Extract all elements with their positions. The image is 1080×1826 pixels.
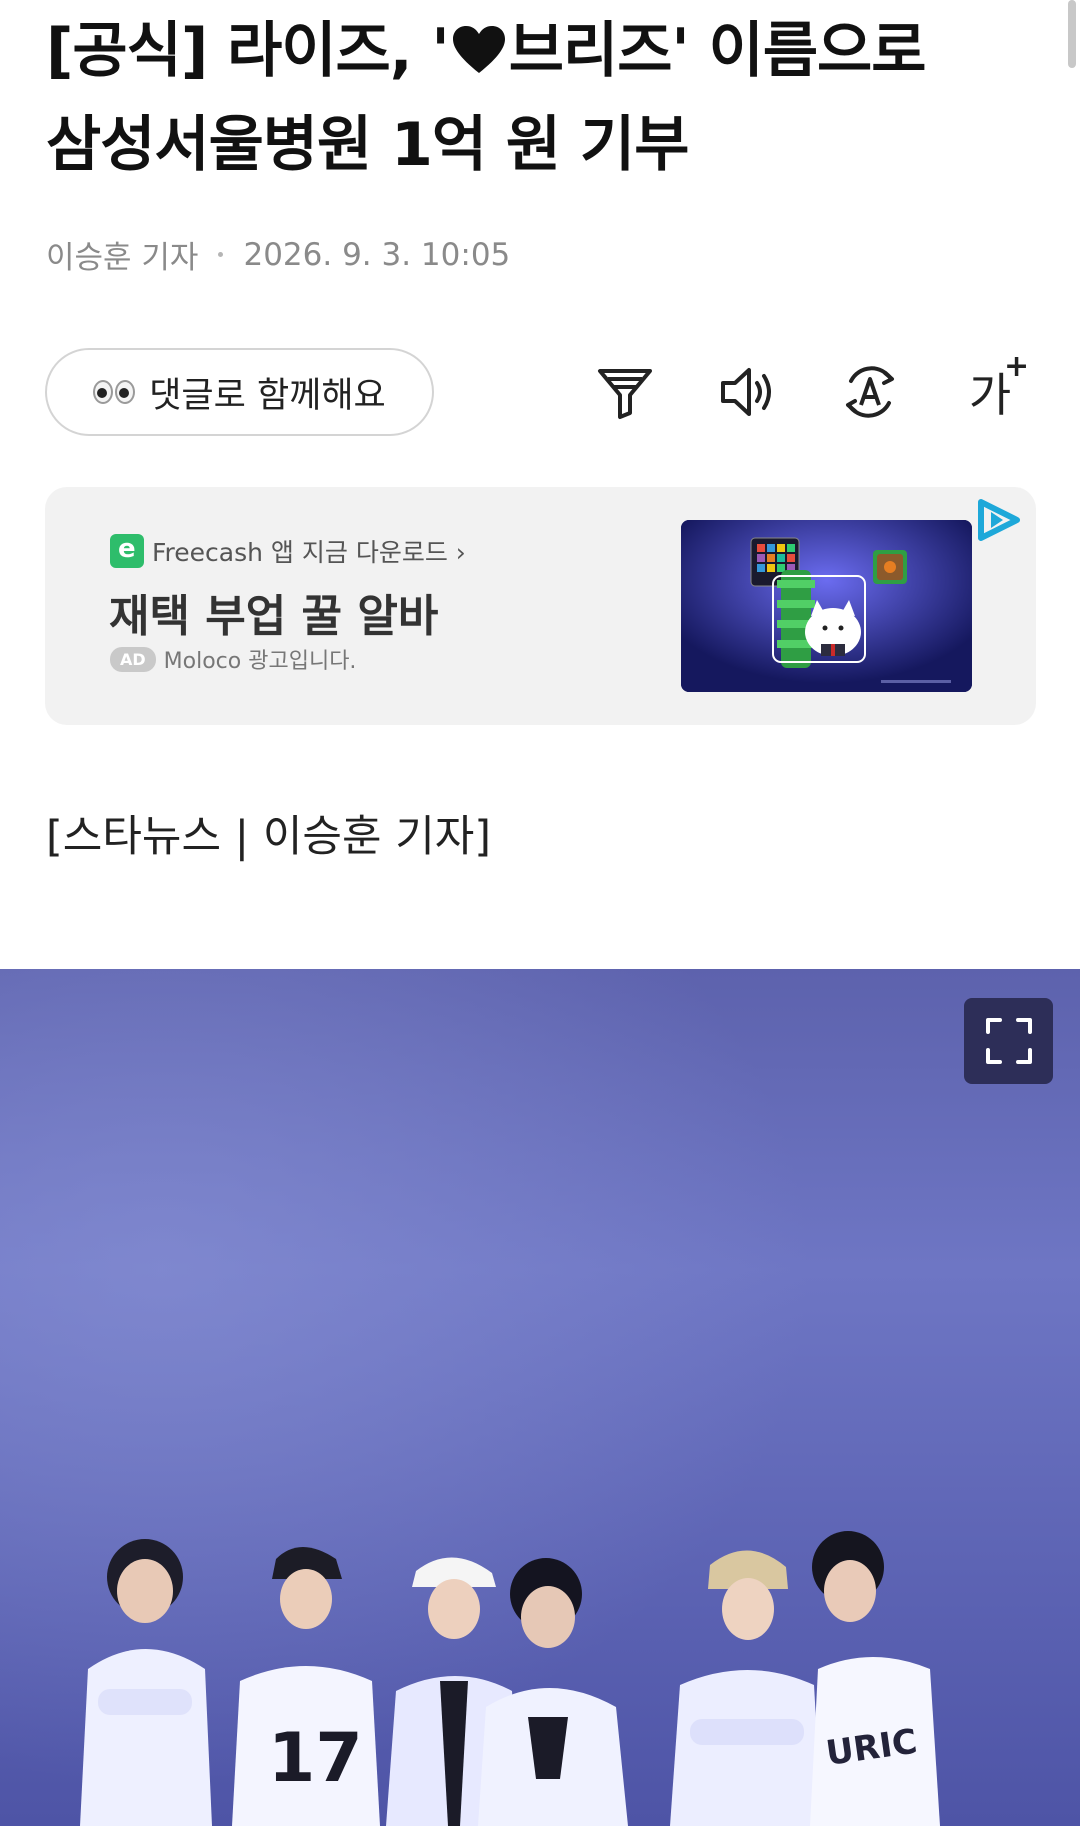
scrollbar[interactable] [1068, 0, 1076, 68]
expand-icon [985, 1018, 1032, 1064]
font-size-plus-icon: + [1004, 349, 1030, 384]
speaker-icon [721, 368, 771, 416]
author-name[interactable]: 이승훈 기자 [46, 232, 198, 277]
ad-advertiser: Moloco 광고입니다. [163, 649, 357, 674]
translate-button[interactable] [830, 352, 910, 432]
summary-button[interactable] [585, 352, 665, 432]
ad-title[interactable]: 재택 부업 꿀 알바 [109, 580, 438, 644]
headline-part-2: 브리즈' 이름으로 [508, 16, 927, 86]
svg-text:17: 17 [268, 1719, 363, 1798]
audio-button[interactable] [708, 352, 788, 432]
article-photo[interactable]: 17 URIC [0, 969, 1080, 1826]
headline-line-2: 삼성서울병원 1억 원 기부 [46, 110, 689, 180]
adchoices-icon[interactable] [975, 498, 1023, 542]
comment-button[interactable]: 댓글로 함께해요 [45, 348, 434, 436]
ad-brand-text: Freecash 앱 지금 다운로드 › [152, 538, 466, 567]
heart-icon [452, 26, 505, 73]
ad-meta: AD Moloco 광고입니다. [110, 643, 356, 675]
separator-dot [218, 252, 224, 257]
font-size-label: 가 + [968, 349, 1030, 422]
translate-icon [846, 366, 894, 418]
article-source-line: [스타뉴스 | 이승훈 기자] [46, 812, 492, 862]
ad-banner[interactable]: Freecash 앱 지금 다운로드 › 재택 부업 꿀 알바 AD Moloc… [45, 487, 1036, 725]
eyes-icon [93, 380, 137, 404]
publish-time: 2026. 9. 3. 10:05 [243, 236, 511, 273]
ad-badge: AD [110, 646, 156, 672]
comment-button-label: 댓글로 함께해요 [149, 375, 386, 416]
filter-icon [598, 369, 652, 419]
byline: 이승훈 기자 2026. 9. 3. 10:05 [46, 232, 510, 277]
font-size-button[interactable]: 가 + [950, 349, 1030, 432]
headline-part-1: [공식] 라이즈, ' [46, 16, 450, 86]
ad-image[interactable] [681, 520, 972, 692]
freecash-logo-icon [110, 534, 144, 568]
article-headline: [공식] 라이즈, ' 브리즈' 이름으로 삼성서울병원 1억 원 기부 [46, 4, 1036, 192]
ad-brand[interactable]: Freecash 앱 지금 다운로드 › [110, 533, 466, 569]
expand-photo-button[interactable] [964, 998, 1053, 1084]
